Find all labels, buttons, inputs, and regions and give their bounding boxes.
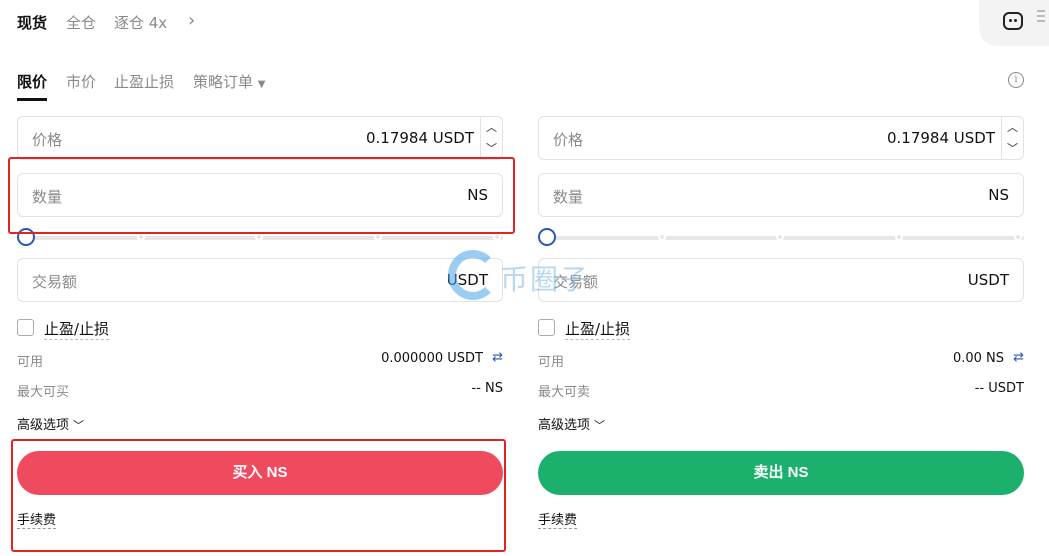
sell-tpsl-checkbox[interactable] — [538, 319, 555, 336]
buy-price-stepper: ︿ ﹀ — [480, 117, 502, 159]
sell-price-field[interactable]: 价格 0.17984 USDT ︿ ﹀ — [538, 116, 1024, 160]
sell-available-label: 可用 — [538, 355, 565, 370]
buy-highlight-box — [11, 439, 506, 552]
slider-thumb[interactable] — [538, 228, 556, 246]
menu-icon[interactable] — [1037, 10, 1045, 22]
sell-tpsl-label: 止盈/止损 — [565, 320, 631, 340]
watermark-text: 币圈子 — [500, 263, 591, 296]
slider-tick[interactable] — [895, 233, 903, 241]
buy-max-value: -- NS — [471, 381, 504, 396]
stepper-down-icon[interactable]: ﹀ — [1002, 138, 1023, 159]
buy-available-row: 可用 0.000000 USDT ⇄ — [17, 350, 503, 370]
slider-tick[interactable] — [255, 233, 263, 241]
sell-quantity-unit: NS — [988, 186, 1009, 204]
slider-tick[interactable] — [658, 233, 666, 241]
slider-tick[interactable] — [137, 233, 145, 241]
slider-tick[interactable] — [1014, 233, 1022, 241]
slider-tick[interactable] — [493, 233, 501, 241]
sell-max-label: 最大可卖 — [538, 385, 591, 400]
sell-panel: 价格 0.17984 USDT ︿ ﹀ 数量 NS 交易额 USDT 止盈/止损… — [538, 0, 1024, 556]
watermark-logo — [448, 250, 498, 300]
buy-amount-label: 交易额 — [32, 273, 78, 291]
slider-track — [27, 236, 503, 240]
sell-percent-slider[interactable] — [538, 228, 1024, 248]
stepper-down-icon[interactable]: ﹀ — [481, 138, 502, 159]
buy-price-value: 0.17984 USDT — [365, 129, 474, 147]
buy-available-label: 可用 — [17, 355, 44, 370]
buy-advanced-label: 高级选项 — [17, 418, 70, 433]
sell-max-value: -- USDT — [974, 381, 1024, 396]
sell-price-stepper: ︿ ﹀ — [1001, 117, 1023, 159]
stepper-up-icon[interactable]: ︿ — [1002, 117, 1023, 138]
quantity-highlight-box — [8, 157, 515, 234]
sell-advanced-label: 高级选项 — [538, 418, 591, 433]
sell-button[interactable]: 卖出 NS — [538, 451, 1024, 495]
sell-fee-label[interactable]: 手续费 — [538, 509, 578, 529]
sell-price-value: 0.17984 USDT — [886, 129, 995, 147]
buy-price-field[interactable]: 价格 0.17984 USDT ︿ ﹀ — [17, 116, 503, 160]
buy-tpsl-checkbox[interactable] — [17, 319, 34, 336]
sell-quantity-label: 数量 — [553, 188, 584, 206]
sell-amount-field[interactable]: 交易额 USDT — [538, 258, 1024, 302]
sell-advanced-options[interactable]: 高级选项 ﹀ — [538, 414, 605, 433]
buy-available-value: 0.000000 USDT — [381, 351, 483, 366]
watermark: 币圈子 — [448, 248, 608, 308]
sell-available-value: 0.00 NS — [952, 351, 1004, 366]
buy-max-label: 最大可买 — [17, 385, 70, 400]
slider-tick[interactable] — [374, 233, 382, 241]
stepper-up-icon[interactable]: ︿ — [481, 117, 502, 138]
buy-max-row: 最大可买 -- NS — [17, 381, 504, 400]
swap-icon[interactable]: ⇄ — [1013, 350, 1024, 365]
sell-amount-unit: USDT — [967, 271, 1009, 289]
slider-track — [548, 236, 1024, 240]
sell-available-row: 可用 0.00 NS ⇄ — [538, 350, 1024, 370]
buy-price-label: 价格 — [32, 131, 63, 149]
chevron-down-icon: ﹀ — [73, 419, 85, 432]
sell-max-row: 最大可卖 -- USDT — [538, 381, 1024, 400]
chevron-down-icon: ﹀ — [594, 419, 606, 432]
buy-tpsl-label: 止盈/止损 — [44, 320, 110, 340]
sell-price-label: 价格 — [553, 131, 584, 149]
buy-amount-field[interactable]: 交易额 USDT — [17, 258, 503, 302]
buy-advanced-options[interactable]: 高级选项 ﹀ — [17, 414, 84, 433]
slider-tick[interactable] — [776, 233, 784, 241]
swap-icon[interactable]: ⇄ — [492, 350, 503, 365]
sell-quantity-field[interactable]: 数量 NS — [538, 173, 1024, 217]
